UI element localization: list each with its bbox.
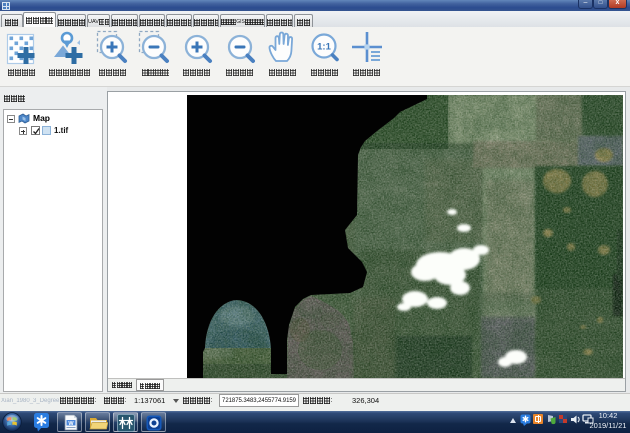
svg-text:1:1: 1:1: [317, 42, 331, 53]
svg-text:W: W: [68, 421, 74, 427]
